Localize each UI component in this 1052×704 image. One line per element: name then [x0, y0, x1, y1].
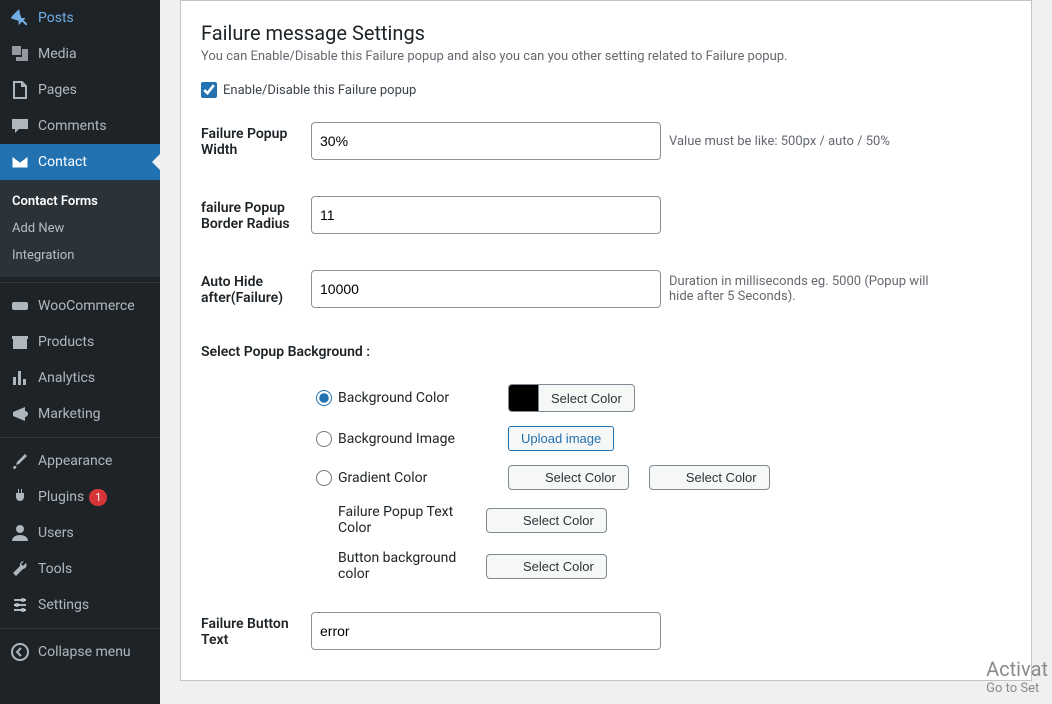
sidebar-item-media[interactable]: Media [0, 36, 160, 72]
sidebar-item-appearance[interactable]: Appearance [0, 443, 160, 479]
label: Tools [38, 561, 72, 577]
enable-row: Enable/Disable this Failure popup [201, 82, 1011, 98]
sidebar-item-products[interactable]: Products [0, 324, 160, 360]
gradient-color1-button[interactable]: Select Color [508, 465, 629, 490]
bgcolor-radio[interactable] [316, 390, 332, 406]
woo-icon [10, 296, 30, 316]
gradient-radio[interactable] [316, 470, 332, 486]
submenu-contact-forms[interactable]: Contact Forms [0, 188, 160, 215]
autohide-hint: Duration in milliseconds eg. 5000 (Popup… [669, 274, 929, 304]
label: Marketing [38, 406, 101, 422]
settings-panel: Failure message Settings You can Enable/… [180, 0, 1032, 681]
width-label: Failure Popup Width [201, 122, 311, 158]
gradient-row: Gradient Color Select Color Select Color [201, 465, 1011, 490]
sidebar-item-tools[interactable]: Tools [0, 551, 160, 587]
btnbg-label: Button background color [316, 550, 486, 582]
textcolor-label: Failure Popup Text Color [316, 504, 486, 536]
button-text-label: Failure Button Text [201, 612, 311, 648]
bgimage-row: Background Image Upload image [201, 426, 1011, 451]
btnbg-select-button[interactable]: Select Color [486, 554, 607, 579]
bgcolor-swatch[interactable] [508, 384, 538, 412]
label: Collapse menu [38, 644, 131, 660]
plugins-badge: 1 [89, 489, 107, 506]
brush-icon [10, 451, 30, 471]
radius-label: failure Popup Border Radius [201, 196, 311, 232]
enable-label: Enable/Disable this Failure popup [223, 83, 416, 98]
page-title: Failure message Settings [201, 1, 1011, 49]
label: Media [38, 46, 77, 62]
pin-icon [10, 8, 30, 28]
page-icon [10, 80, 30, 100]
submenu-integration[interactable]: Integration [0, 242, 160, 269]
sidebar-item-comments[interactable]: Comments [0, 108, 160, 144]
autohide-label: Auto Hide after(Failure) [201, 270, 311, 306]
marketing-icon [10, 404, 30, 424]
sidebar-item-settings[interactable]: Settings [0, 587, 160, 623]
plugin-icon [10, 487, 30, 507]
comment-icon [10, 116, 30, 136]
textcolor-select-button[interactable]: Select Color [486, 508, 607, 533]
gradient-color2-button[interactable]: Select Color [649, 465, 770, 490]
radius-row: failure Popup Border Radius [201, 196, 1011, 234]
bgcolor-select-button[interactable]: Select Color [538, 384, 635, 412]
sidebar-item-woocommerce[interactable]: WooCommerce [0, 288, 160, 324]
width-hint: Value must be like: 500px / auto / 50% [669, 134, 890, 149]
width-input[interactable] [311, 122, 661, 160]
page-description: You can Enable/Disable this Failure popu… [201, 49, 1011, 64]
label: Comments [38, 118, 107, 134]
autohide-row: Auto Hide after(Failure) Duration in mil… [201, 270, 1011, 308]
upload-image-button[interactable]: Upload image [508, 426, 614, 451]
enable-checkbox[interactable] [201, 82, 217, 98]
user-icon [10, 523, 30, 543]
bgimage-label: Background Image [338, 431, 508, 447]
media-icon [10, 44, 30, 64]
btnbg-row: Button background color Select Color [201, 550, 1011, 582]
label: Users [38, 525, 74, 541]
sidebar-item-collapse[interactable]: Collapse menu [0, 634, 160, 670]
content-area: Failure message Settings You can Enable/… [160, 0, 1052, 704]
bgimage-radio[interactable] [316, 431, 332, 447]
sidebar-item-marketing[interactable]: Marketing [0, 396, 160, 432]
label: Pages [38, 82, 77, 98]
wrench-icon [10, 559, 30, 579]
radius-input[interactable] [311, 196, 661, 234]
label: Posts [38, 10, 74, 26]
sidebar-item-analytics[interactable]: Analytics [0, 360, 160, 396]
activation-watermark: Activat Go to Set [986, 657, 1048, 696]
analytics-icon [10, 368, 30, 388]
label: Plugins [38, 489, 84, 505]
label: Contact [38, 154, 87, 170]
textcolor-row: Failure Popup Text Color Select Color [201, 504, 1011, 536]
label: Settings [38, 597, 89, 613]
button-text-row: Failure Button Text [201, 612, 1011, 650]
label: Appearance [38, 453, 112, 469]
products-icon [10, 332, 30, 352]
submenu-contact: Contact Forms Add New Integration [0, 180, 160, 277]
sidebar-item-posts[interactable]: Posts [0, 0, 160, 36]
label: Analytics [38, 370, 95, 386]
sidebar-item-plugins[interactable]: Plugins 1 [0, 479, 160, 515]
mail-icon [10, 152, 30, 172]
bgcolor-row: Background Color Select Color [201, 384, 1011, 412]
button-text-input[interactable] [311, 612, 661, 650]
submenu-add-new[interactable]: Add New [0, 215, 160, 242]
admin-sidebar: Posts Media Pages Comments Contact Conta… [0, 0, 160, 704]
label: WooCommerce [38, 298, 135, 314]
autohide-input[interactable] [311, 270, 661, 308]
gradient-label: Gradient Color [338, 470, 508, 486]
sidebar-item-contact[interactable]: Contact [0, 144, 160, 180]
width-row: Failure Popup Width Value must be like: … [201, 122, 1011, 160]
bgcolor-label: Background Color [338, 390, 508, 406]
collapse-icon [10, 642, 30, 662]
background-section-label: Select Popup Background : [201, 344, 1011, 360]
sidebar-item-pages[interactable]: Pages [0, 72, 160, 108]
label: Products [38, 334, 94, 350]
sidebar-item-users[interactable]: Users [0, 515, 160, 551]
settings-icon [10, 595, 30, 615]
